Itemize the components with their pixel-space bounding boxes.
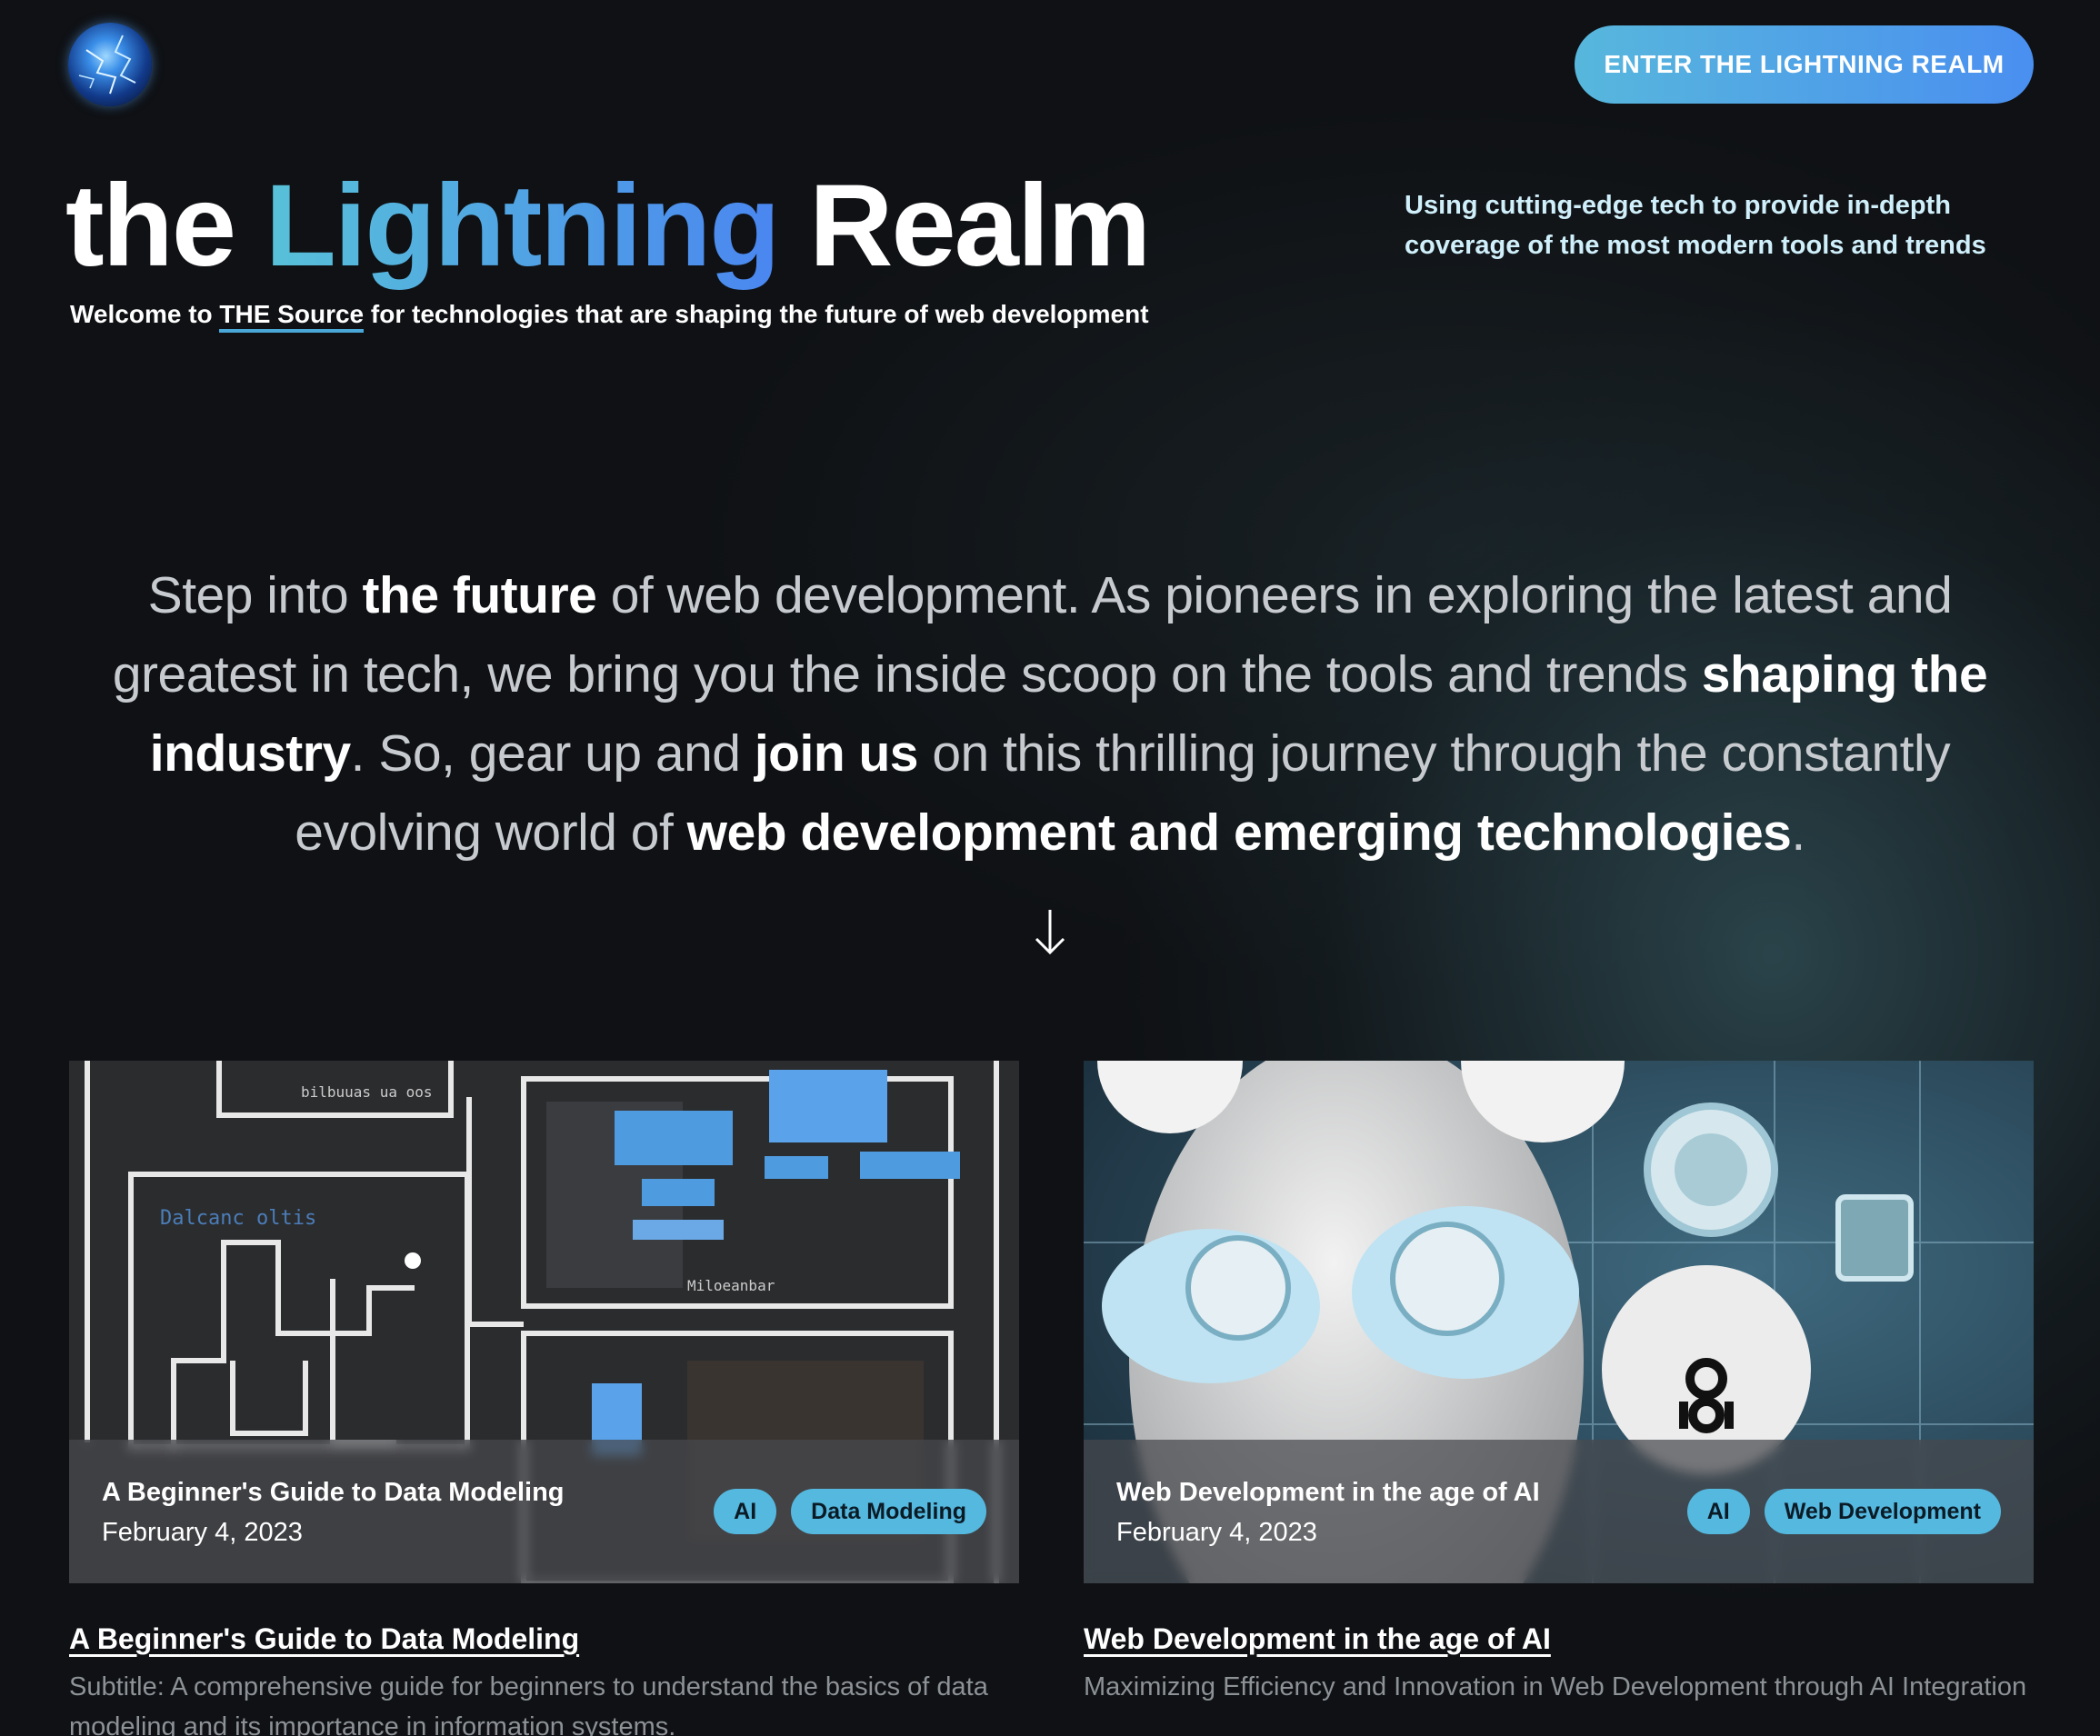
post-overlay: A Beginner's Guide to Data Modeling Febr… — [69, 1440, 1019, 1583]
tag-list: AI Web Development — [1686, 1489, 2001, 1534]
post-card[interactable]: Web Development in the age of AI Februar… — [1084, 1061, 2034, 1707]
overlay-title: A Beginner's Guide to Data Modeling — [102, 1478, 565, 1507]
svg-text:Miloeanbar: Miloeanbar — [687, 1277, 775, 1294]
post-card[interactable]: Dalcanc oltis bilbuuas ua oos Miloeanbar… — [69, 1061, 1019, 1736]
intro-emphasis: the future — [362, 566, 597, 624]
intro-text: . — [1791, 803, 1805, 862]
post-title-link[interactable]: A Beginner's Guide to Data Modeling — [69, 1622, 1019, 1656]
title-prefix: the — [65, 161, 236, 291]
lightning-globe-icon — [78, 35, 136, 95]
post-date: February 4, 2023 — [1116, 1518, 1317, 1547]
svg-text:Dalcanc oltis: Dalcanc oltis — [160, 1207, 316, 1230]
tag-ai[interactable]: AI — [1686, 1489, 1750, 1534]
logo[interactable] — [68, 23, 152, 106]
enter-realm-button[interactable]: ENTER THE LIGHTNING REALM — [1575, 25, 2034, 104]
welcome-text: Welcome to THE Source for technologies t… — [70, 300, 1149, 333]
site-title: the Lightning Realm — [65, 168, 1151, 284]
tag-list: AI Data Modeling — [714, 1489, 986, 1534]
tag-web-development[interactable]: Web Development — [1764, 1489, 2001, 1534]
post-subtitle: Maximizing Efficiency and Innovation in … — [1084, 1672, 2027, 1701]
post-thumbnail[interactable]: Dalcanc oltis bilbuuas ua oos Miloeanbar… — [69, 1061, 1019, 1583]
intro-text: . So, gear up and — [350, 724, 741, 783]
scroll-down-arrow-icon[interactable] — [1027, 904, 1073, 959]
intro-emphasis: web development and emerging technologie… — [686, 803, 1792, 862]
post-thumbnail[interactable]: Web Development in the age of AI Februar… — [1084, 1061, 2034, 1583]
intro-emphasis: join us — [754, 724, 919, 783]
intro-paragraph: Step into the future of web development.… — [100, 556, 2000, 873]
the-source-link[interactable]: THE Source — [219, 300, 365, 333]
title-suffix: Realm — [809, 161, 1151, 291]
title-accent: Lightning — [265, 161, 781, 291]
tag-data-modeling[interactable]: Data Modeling — [791, 1489, 986, 1534]
intro-text: Step into — [147, 566, 349, 624]
welcome-prefix: Welcome to — [70, 300, 213, 328]
tagline: Using cutting-edge tech to provide in-de… — [1405, 191, 1986, 260]
post-title-link[interactable]: Web Development in the age of AI — [1084, 1622, 2034, 1656]
post-date: February 4, 2023 — [102, 1518, 303, 1547]
tag-ai[interactable]: AI — [714, 1489, 777, 1534]
welcome-suffix: for technologies that are shaping the fu… — [370, 300, 1149, 328]
overlay-title: Web Development in the age of AI — [1116, 1478, 1540, 1507]
svg-text:bilbuuas ua oos: bilbuuas ua oos — [301, 1083, 433, 1101]
post-overlay: Web Development in the age of AI Februar… — [1084, 1440, 2034, 1583]
post-subtitle: Subtitle: A comprehensive guide for begi… — [69, 1672, 988, 1736]
